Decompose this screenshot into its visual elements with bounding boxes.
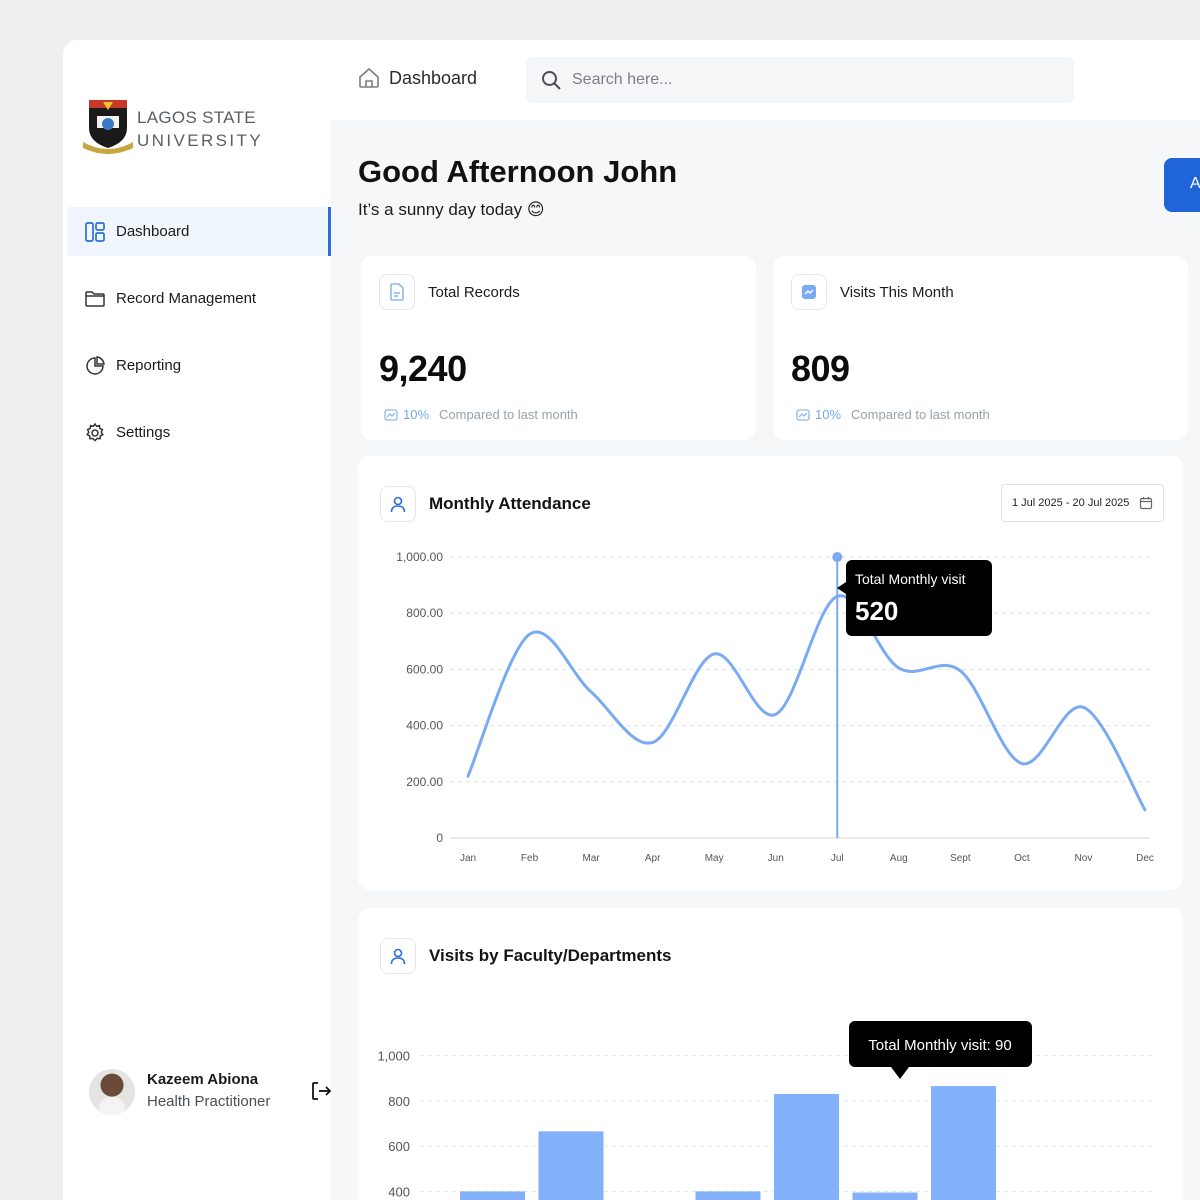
tooltip-pointer: [837, 582, 846, 594]
x-tick-label: Aug: [890, 853, 908, 864]
stat-change: 10%: [815, 407, 842, 422]
x-tick-label: Apr: [645, 853, 661, 864]
tooltip-pointer: [891, 1067, 909, 1079]
x-tick-label: Nov: [1075, 853, 1093, 864]
y-tick-label: 600.00: [406, 662, 443, 676]
profile-name: Kazeem Abiona: [147, 1071, 259, 1088]
page-subtitle: It’s a sunny day today 😊: [358, 200, 545, 219]
stat-title: Total Records: [428, 284, 520, 301]
highlight-marker: [832, 552, 843, 562]
logout-icon[interactable]: [309, 1079, 333, 1103]
university-logo[interactable]: LAGOS STATE UNIVERSITY: [83, 98, 263, 158]
sidebar-item-settings[interactable]: Settings: [67, 408, 331, 457]
bar: [695, 1191, 761, 1200]
search-bar[interactable]: [526, 57, 1074, 103]
chart-tooltip: Total Monthly visit: 90: [849, 1021, 1032, 1079]
pie-chart-icon: [84, 355, 106, 377]
profile-role: Health Practitioner: [147, 1093, 271, 1110]
tooltip-value: 520: [855, 596, 898, 626]
tooltip-text: Total Monthly visit: 90: [868, 1037, 1011, 1054]
bar: [538, 1131, 604, 1200]
breadcrumb-label: Dashboard: [389, 67, 478, 88]
x-tick-label: Mar: [582, 853, 600, 864]
y-tick-label: 1,000.00: [396, 550, 443, 564]
y-tick-label: 0: [436, 831, 443, 845]
bar: [460, 1191, 525, 1200]
page-title: Good Afternoon John: [358, 154, 678, 189]
monthly-attendance-card: Monthly Attendance 1 Jul 2025 - 20 Jul 2…: [358, 456, 1183, 890]
x-tick-label: Sept: [950, 853, 971, 864]
stat-comparison: 10% Compared to last month: [384, 407, 578, 422]
topbar: Dashboard: [331, 40, 1200, 120]
university-crest-icon: [83, 100, 133, 154]
x-tick-label: Feb: [521, 853, 539, 864]
stat-value: 9,240: [379, 348, 467, 389]
series-line: [466, 594, 1147, 812]
stat-compare-label: Compared to last month: [439, 407, 578, 422]
sidebar-item-label: Settings: [116, 424, 171, 441]
y-tick-label: 200.00: [406, 775, 443, 789]
sidebar-item-dashboard[interactable]: Dashboard: [67, 207, 331, 256]
trend-up-icon: [384, 408, 398, 421]
x-tick-label: Oct: [1014, 853, 1030, 864]
sidebar-item-label: Record Management: [116, 290, 257, 307]
faculty-visits-card: Visits by Faculty/Departments 400 600 800 1…: [358, 908, 1183, 1200]
y-tick-label: 600: [388, 1139, 410, 1154]
document-icon: [379, 274, 415, 310]
bar: [774, 1094, 839, 1200]
bar: [852, 1192, 918, 1200]
y-tick-label: 400: [388, 1184, 410, 1199]
sidebar-item-label: Dashboard: [116, 223, 190, 240]
x-tick-label: May: [705, 853, 724, 864]
primary-action-button[interactable]: A: [1164, 158, 1200, 212]
faculty-bar-chart[interactable]: 400 600 800 1,000 Total Monthly visit: 90: [358, 908, 1183, 1200]
avatar: [89, 1069, 135, 1115]
university-name: LAGOS STATE UNIVERSITY: [137, 106, 263, 152]
stat-comparison: 10% Compared to last month: [796, 407, 990, 422]
y-tick-label: 1,000: [377, 1049, 410, 1064]
search-icon: [540, 69, 562, 91]
x-tick-label: Dec: [1136, 853, 1154, 864]
attendance-line-chart[interactable]: 0200.00400.00600.00800.001,000.00Jan Feb M…: [358, 456, 1183, 890]
home-icon: [357, 66, 381, 90]
chart-tooltip: Total Monthly visit 520: [837, 560, 992, 636]
main-content: Good Afternoon John It’s a sunny day tod…: [331, 120, 1200, 1200]
trend-up-icon: [796, 408, 810, 421]
search-input[interactable]: [572, 71, 1052, 89]
x-tick-label: Jan: [460, 853, 476, 864]
trend-chart-icon: [791, 274, 827, 310]
y-tick-label: 400.00: [406, 719, 443, 733]
breadcrumb[interactable]: Dashboard: [357, 66, 477, 90]
sidebar-nav: Dashboard Record Management Reporting Se…: [67, 207, 331, 475]
stat-card-visits-this-month: Visits This Month 809 10% Compared to la…: [773, 256, 1188, 440]
university-name-line2: UNIVERSITY: [137, 131, 264, 150]
university-name-line1: LAGOS STATE: [137, 108, 256, 127]
stat-title: Visits This Month: [840, 284, 954, 301]
sidebar-item-record-management[interactable]: Record Management: [67, 274, 331, 323]
sidebar: LAGOS STATE UNIVERSITY Dashboard Record …: [63, 40, 332, 1200]
tooltip-title: Total Monthly visit: [855, 571, 966, 587]
stat-compare-label: Compared to last month: [851, 407, 990, 422]
user-profile[interactable]: Kazeem Abiona Health Practitioner: [89, 1067, 332, 1115]
stat-card-total-records: Total Records 9,240 10% Compared to last…: [361, 256, 756, 440]
folder-icon: [84, 288, 106, 310]
y-tick-label: 800: [388, 1094, 410, 1109]
gear-icon: [84, 422, 106, 444]
bar: [931, 1086, 996, 1200]
sidebar-item-label: Reporting: [116, 357, 182, 374]
app-window: LAGOS STATE UNIVERSITY Dashboard Record …: [63, 40, 1200, 1200]
y-tick-label: 800.00: [406, 606, 443, 620]
x-tick-label: Jun: [768, 853, 784, 864]
dashboard-icon: [84, 221, 106, 243]
stat-change: 10%: [403, 407, 430, 422]
sidebar-item-reporting[interactable]: Reporting: [67, 341, 331, 390]
stat-value: 809: [791, 348, 850, 389]
x-tick-label: Jul: [831, 853, 844, 864]
